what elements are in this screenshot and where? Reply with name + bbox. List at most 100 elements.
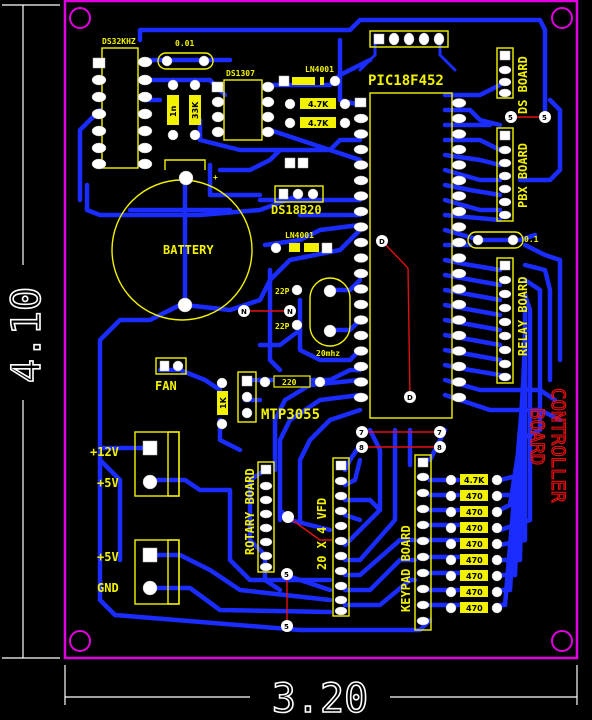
pic-pin-right <box>451 346 467 356</box>
pic-pin-right <box>451 361 467 372</box>
via-5-top-b: 5 <box>539 111 551 123</box>
relay-board-label: RELAY BOARD <box>516 277 530 356</box>
pad-misc-1 <box>284 157 296 169</box>
height-dimension-label: 4.10 <box>4 287 50 383</box>
pic-pin-left <box>353 284 369 294</box>
cap-top-label: 0.01 <box>175 39 194 48</box>
resistor-1k: 1K <box>216 377 228 430</box>
pic-pin-left <box>353 346 369 356</box>
pic-pin-right <box>451 392 467 403</box>
svg-text:470: 470 <box>466 572 483 581</box>
pic-pin-right <box>451 284 467 294</box>
ln4001-mid-label: LN4001 <box>285 231 314 240</box>
pic-pin-left <box>353 377 369 387</box>
svg-text:5: 5 <box>284 571 289 579</box>
svg-text:470: 470 <box>466 556 483 565</box>
svg-text:470: 470 <box>466 540 483 549</box>
svg-text:33K: 33K <box>191 101 200 119</box>
via-8-a: 8 <box>356 441 368 453</box>
via-7-b: 7 <box>434 426 446 438</box>
svg-text:1n: 1n <box>169 105 178 117</box>
cap-22p-b-label: 22P <box>275 322 290 331</box>
pic-pin-left <box>353 330 369 341</box>
pic-pin-left <box>353 129 369 139</box>
svg-text:4.7K: 4.7K <box>464 476 485 485</box>
svg-text:470: 470 <box>466 604 483 613</box>
pic-pin-right <box>451 113 467 124</box>
ds-board-label: DS BOARD <box>516 56 530 114</box>
pic-pin-right <box>451 222 467 232</box>
via-n-a: N <box>238 305 250 317</box>
svg-text:D: D <box>379 238 385 246</box>
svg-text:5: 5 <box>542 114 547 122</box>
pic-pin-left <box>353 392 369 403</box>
via-plain-1 <box>282 511 294 523</box>
pad-misc-2 <box>297 157 309 169</box>
svg-text:4.7K: 4.7K <box>308 100 329 109</box>
gnd-label: GND <box>97 581 119 595</box>
svg-text:N: N <box>287 308 293 316</box>
pic-pin-right <box>451 206 467 217</box>
cap-right-label: 0.1 <box>524 235 539 244</box>
rotary-board-label: ROTARY BOARD <box>243 468 257 555</box>
pic-pin-left <box>353 113 369 124</box>
pic-pin-right <box>451 268 467 279</box>
battery-label: BATTERY <box>163 243 214 257</box>
pic-pin-left <box>353 222 369 232</box>
pic-pin-left <box>353 144 369 155</box>
svg-text:5: 5 <box>284 623 289 631</box>
pic-pin-right <box>451 253 467 263</box>
cap-22p-a <box>291 284 303 296</box>
ds18b20-label: DS18B20 <box>271 203 322 217</box>
plus5v-b-label: +5V <box>97 550 119 564</box>
svg-text:470: 470 <box>466 524 483 533</box>
svg-text:470: 470 <box>466 588 483 597</box>
svg-text:470: 470 <box>466 492 483 501</box>
pic-pin-right <box>451 191 467 201</box>
via-5-top-a: 5 <box>505 111 517 123</box>
svg-text:220: 220 <box>282 378 297 387</box>
pcb-layout: 4.10 3.20 DS32KHZ 0.01 1n 33K DS1307 LN4… <box>2 0 579 720</box>
ds1307-label: DS1307 <box>226 69 255 78</box>
via-d-b: D <box>404 391 416 403</box>
pic-pin-left <box>353 206 369 217</box>
pic-pin-left <box>353 253 369 263</box>
board-title: BOARD <box>526 408 548 465</box>
fan-label: FAN <box>155 379 177 393</box>
svg-text:1K: 1K <box>219 396 228 409</box>
controller-title: CONTROLLER <box>547 388 569 503</box>
vfd-label: 20 X 4 VFD <box>315 498 329 570</box>
via-d-a: D <box>376 235 388 247</box>
svg-text:5: 5 <box>508 114 513 122</box>
ds32khz-label: DS32KHZ <box>102 37 136 46</box>
pic-pin-right <box>451 129 467 139</box>
pic-pin-right <box>451 160 467 170</box>
svg-text:8: 8 <box>437 444 442 452</box>
keypad-resistors: 4.7K 470 470 470 470 470 470 470 470 <box>445 474 503 614</box>
pic-pin-left <box>353 299 369 310</box>
pic-label: PIC18F452 <box>368 73 444 89</box>
pic-pin-left <box>353 237 369 248</box>
svg-text:+: + <box>213 173 218 182</box>
pic-pin-right <box>451 377 467 387</box>
via-5-bot-b: 5 <box>281 620 293 632</box>
pic-pin-right <box>451 299 467 310</box>
via-n-b: N <box>284 305 296 317</box>
via-8-b: 8 <box>434 441 446 453</box>
keypad-board-label: KEYPAD BOARD <box>399 525 413 612</box>
plus5v-a-label: +5V <box>97 476 119 490</box>
width-dimension-label: 3.20 <box>272 676 368 720</box>
cap-22p-b <box>291 319 303 331</box>
pic-pin-right <box>451 144 467 155</box>
svg-text:N: N <box>241 308 247 316</box>
svg-text:470: 470 <box>466 508 483 517</box>
svg-text:8: 8 <box>359 444 364 452</box>
pic-pin-right <box>451 98 467 108</box>
pic-pin-left <box>353 160 369 170</box>
pic-pin-left <box>353 268 369 279</box>
pic-pin-left <box>353 191 369 201</box>
ln4001-top-label: LN4001 <box>305 65 334 74</box>
pbx-board-label: PBX BOARD <box>516 143 530 208</box>
via-7-a: 7 <box>356 426 368 438</box>
mtp3055-label: MTP3055 <box>261 407 320 423</box>
